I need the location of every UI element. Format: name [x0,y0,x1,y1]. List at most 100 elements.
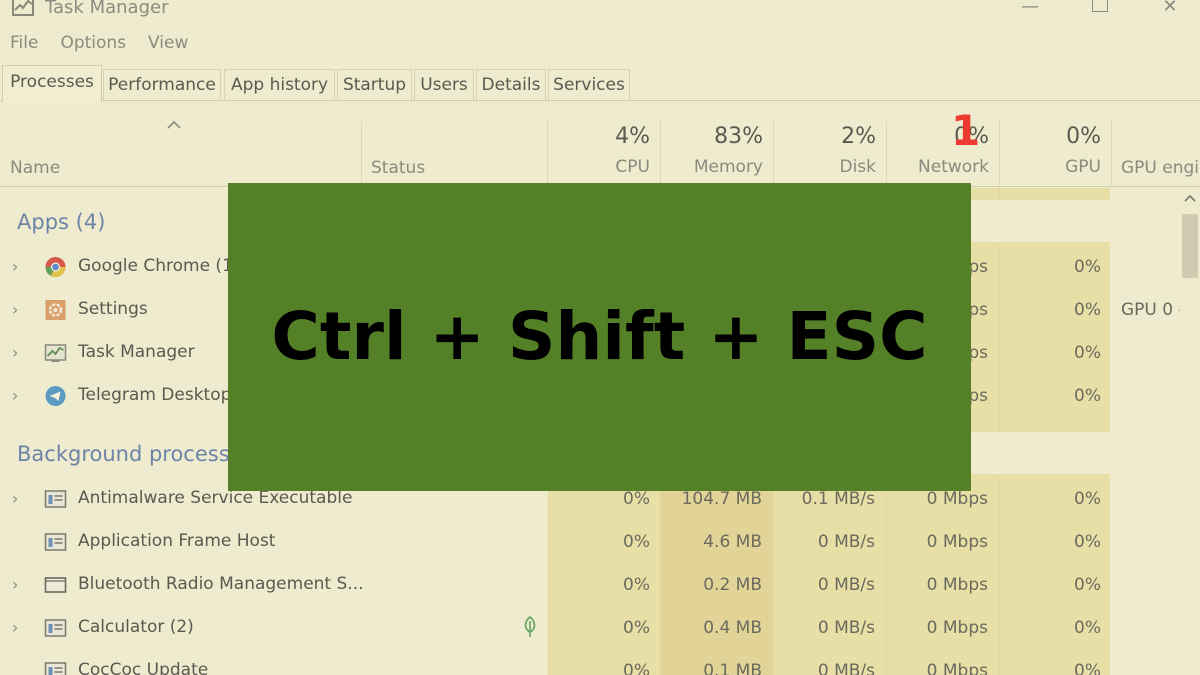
process-network: 0 Mbps [926,575,988,595]
column-name[interactable]: Name [10,158,60,178]
process-disk: 0 MB/s [817,661,875,675]
scrollbar-thumb[interactable] [1182,214,1198,278]
vertical-scrollbar[interactable] [1180,188,1200,675]
process-name: Task Manager [78,342,195,362]
process-name: Settings [78,299,148,319]
menu-view[interactable]: View [148,33,188,59]
process-gpu: 0% [1074,489,1101,509]
shortcut-text: Ctrl + Shift + ESC [271,298,928,375]
process-gpu: 0% [1074,532,1101,552]
process-gpu: 0% [1074,386,1101,406]
service-window-icon [44,490,67,508]
process-gpu: 0% [1074,575,1101,595]
tab-startup[interactable]: Startup [337,69,412,101]
memory-label: Memory [693,157,763,177]
process-name: Google Chrome (1 [78,256,233,276]
process-network: 0 Mbps [926,618,988,638]
column-gpu[interactable]: 0% GPU [999,121,1111,187]
tab-details[interactable]: Details [476,69,546,101]
task-manager-app-icon [12,0,34,16]
maximize-button[interactable] [1092,0,1108,12]
cpu-label: CPU [615,157,650,177]
column-network[interactable]: 0% Network [886,121,999,187]
process-row[interactable]: › Calculator (2) 0% 0.4 MB 0 MB/s 0 Mbps… [0,607,1180,650]
expand-chevron-icon[interactable]: › [12,386,18,405]
gpu-total: 0% [1066,124,1101,149]
window-title: Task Manager [45,0,169,18]
close-button[interactable]: ✕ [1155,0,1185,17]
process-name: Bluetooth Radio Management S... [78,574,364,594]
tab-app-history[interactable]: App history [224,69,335,101]
service-window-icon [44,533,67,551]
window-frame-icon [44,577,67,593]
process-cpu: 0% [623,532,650,552]
menu-bar: File Options View [0,33,200,59]
process-gpu-engine: GPU 0 - [1121,300,1185,320]
process-row[interactable]: Application Frame Host 0% 4.6 MB 0 MB/s … [0,521,1180,564]
column-memory[interactable]: 83% Memory [660,121,773,187]
network-label: Network [918,157,989,177]
column-cpu[interactable]: 4% CPU [547,121,660,187]
process-cpu: 0% [623,661,650,675]
process-disk: 0.1 MB/s [801,489,875,509]
column-header: Name Status 4% CPU 83% Memory 2% Disk 0%… [0,101,1200,187]
eco-leaf-icon [524,615,536,637]
tab-users[interactable]: Users [414,69,474,101]
expand-chevron-icon[interactable]: › [12,489,18,508]
telegram-icon [45,386,66,406]
process-gpu: 0% [1074,618,1101,638]
column-disk[interactable]: 2% Disk [773,121,886,187]
process-memory: 4.6 MB [703,532,762,552]
memory-total: 83% [714,124,763,149]
process-disk: 0 MB/s [817,532,875,552]
process-gpu: 0% [1074,661,1101,675]
process-network: 0 Mbps [926,532,988,552]
service-window-icon [44,662,67,675]
expand-chevron-icon[interactable]: › [12,257,18,276]
process-disk: 0 MB/s [817,618,875,638]
step-number-badge: 1 [951,106,981,155]
process-name: CocCoc Update [78,660,209,675]
expand-chevron-icon[interactable]: › [12,575,18,594]
shortcut-banner: Ctrl + Shift + ESC [228,183,971,491]
process-row[interactable]: › Bluetooth Radio Management S... 0% 0.2… [0,564,1180,607]
expand-chevron-icon[interactable]: › [12,343,18,362]
process-gpu: 0% [1074,300,1101,320]
process-row[interactable]: CocCoc Update 0% 0.1 MB 0 MB/s 0 Mbps 0% [0,650,1180,675]
tab-performance[interactable]: Performance [103,69,221,101]
process-network: 0 Mbps [926,489,988,509]
process-name: Calculator (2) [78,617,194,637]
menu-options[interactable]: Options [60,33,126,59]
process-disk: 0 MB/s [817,575,875,595]
column-gpu-engine[interactable]: GPU engi [1121,158,1199,178]
process-network: 0 Mbps [926,661,988,675]
service-window-icon [44,619,67,637]
process-cpu: 0% [623,618,650,638]
process-gpu: 0% [1074,343,1101,363]
settings-gear-icon [45,300,66,320]
group-apps-label: Apps (4) [17,210,106,234]
process-memory: 0.4 MB [703,618,762,638]
expand-chevron-icon[interactable]: › [12,300,18,319]
process-memory: 0.2 MB [703,575,762,595]
scroll-up-arrow-icon[interactable] [1184,194,1196,202]
process-memory: 0.1 MB [703,661,762,675]
menu-file[interactable]: File [10,33,38,59]
chrome-icon [45,257,66,278]
disk-label: Disk [839,157,876,177]
process-name: Application Frame Host [78,531,276,551]
title-bar: Task Manager — ✕ [0,0,1200,32]
process-name: Telegram Desktop [78,385,232,405]
process-cpu: 0% [623,575,650,595]
process-memory: 104.7 MB [681,489,762,509]
tab-bar: Processes Performance App history Startu… [0,65,1200,102]
sort-caret-icon[interactable] [166,119,182,129]
group-background-label: Background process [17,442,230,466]
tab-processes[interactable]: Processes [2,65,102,102]
minimize-button[interactable]: — [1015,0,1045,17]
gpu-label: GPU [1065,157,1101,177]
expand-chevron-icon[interactable]: › [12,618,18,637]
column-status[interactable]: Status [371,158,425,178]
tab-services[interactable]: Services [548,69,630,101]
task-manager-icon [44,344,67,362]
